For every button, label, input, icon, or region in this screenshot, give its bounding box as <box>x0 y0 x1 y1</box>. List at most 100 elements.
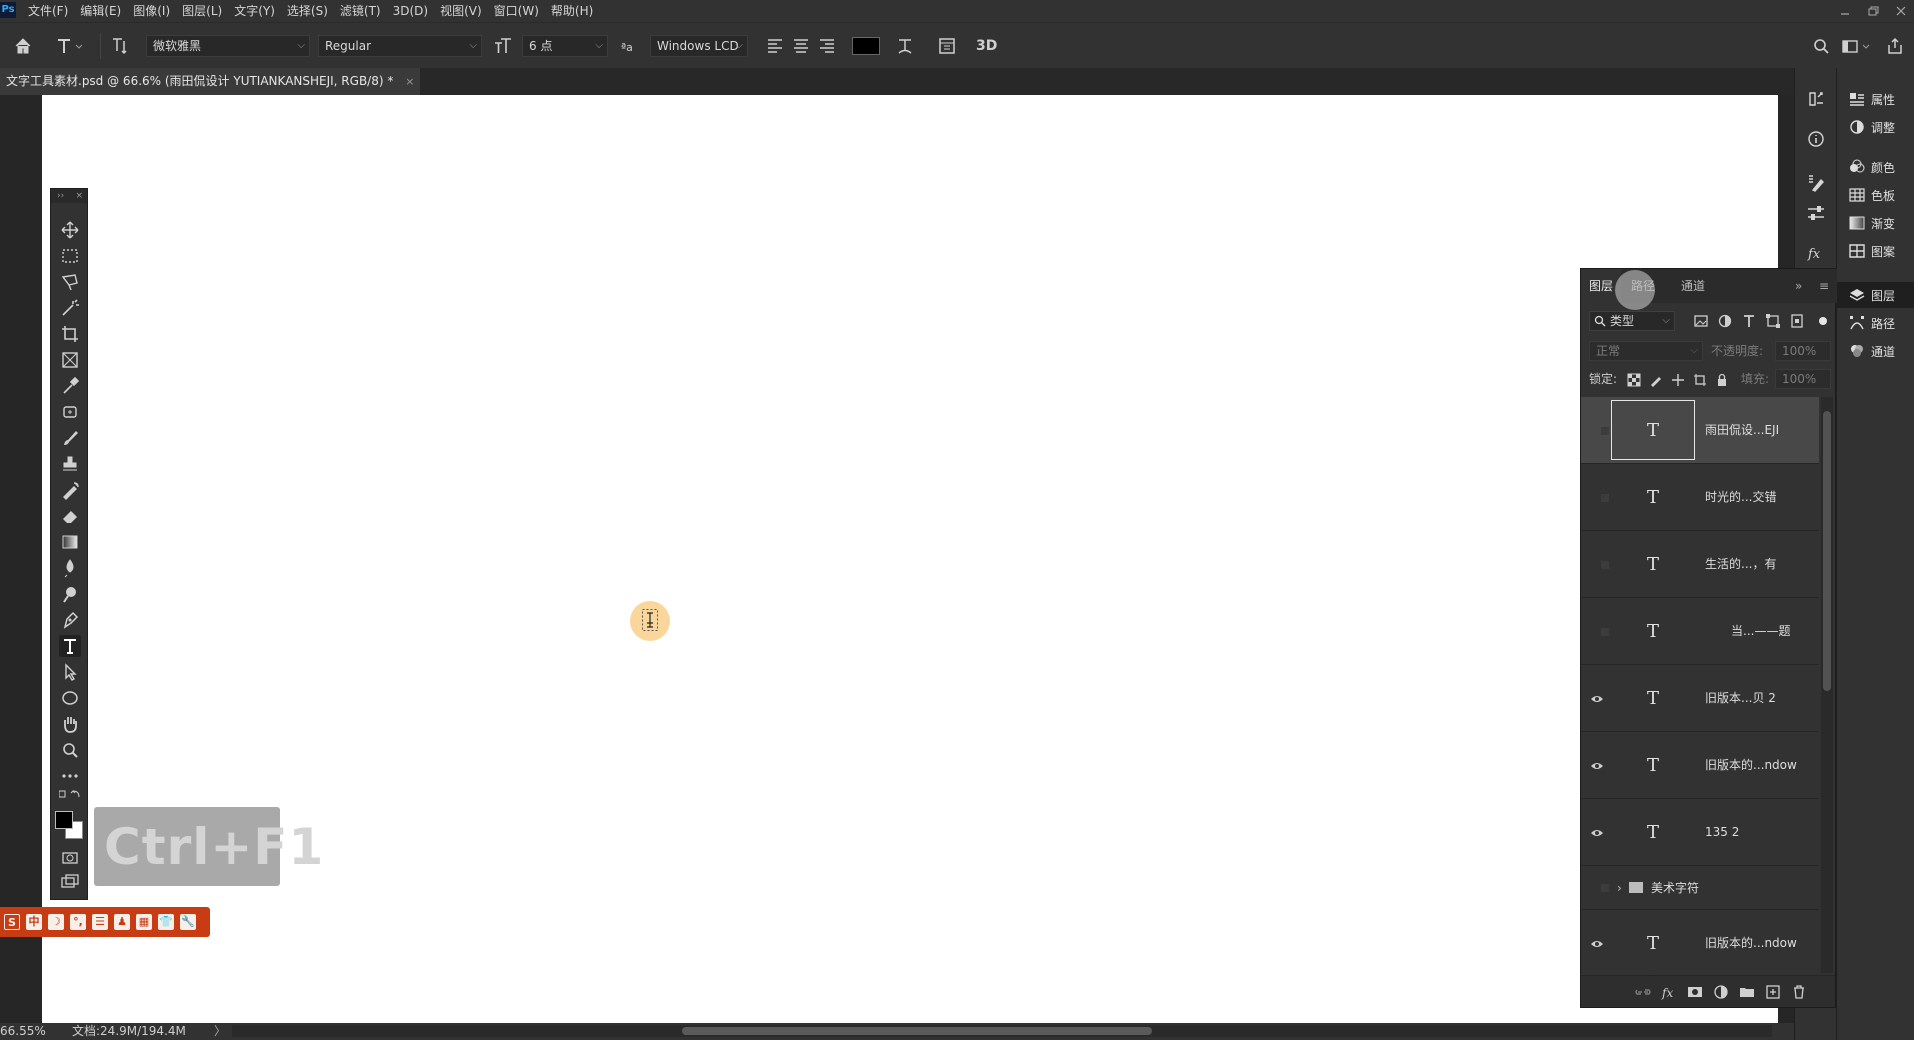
gradient-tool-icon[interactable] <box>59 531 81 553</box>
group-name[interactable]: 美术字符 <box>1651 866 1699 910</box>
text-tool-preset-icon[interactable] <box>54 35 83 57</box>
tab-channels[interactable]: 通道 <box>1673 269 1713 303</box>
paths-panel-button[interactable]: 路径 <box>1837 310 1914 336</box>
font-size-dropdown[interactable]: 6 点 ⌵ <box>522 35 608 57</box>
home-icon[interactable] <box>12 35 34 57</box>
menu-filter[interactable]: 滤镜(T) <box>334 0 387 22</box>
tab-paths[interactable]: 路径 <box>1623 269 1663 303</box>
close-tab-icon[interactable]: × <box>405 75 414 88</box>
ellipse-tool-icon[interactable] <box>59 687 81 709</box>
layer-row[interactable]: T 旧版本...贝 2 <box>1581 665 1819 732</box>
new-adjustment-layer-icon[interactable] <box>1713 984 1729 1000</box>
fill-input[interactable]: 100% <box>1775 369 1831 389</box>
menu-type[interactable]: 文字(Y) <box>228 0 281 22</box>
type-tool-icon[interactable] <box>59 635 81 657</box>
more-tools-icon[interactable] <box>59 765 81 787</box>
text-color-swatch[interactable] <box>852 37 880 55</box>
group-name[interactable]: 组 2 <box>1651 957 1674 973</box>
new-layer-icon[interactable] <box>1765 984 1781 1000</box>
ime-wrench-icon[interactable]: 🔧 <box>180 914 196 930</box>
patterns-panel-button[interactable]: 图案 <box>1837 238 1914 264</box>
brush-settings-icon[interactable] <box>1805 172 1827 194</box>
text-orientation-icon[interactable] <box>108 35 130 57</box>
pen-tool-icon[interactable] <box>59 609 81 631</box>
sliders-icon[interactable] <box>1805 202 1827 224</box>
info-icon[interactable] <box>1805 128 1827 150</box>
menu-3d[interactable]: 3D(D) <box>387 0 434 22</box>
ime-menu-icon[interactable]: ☰ <box>92 914 108 930</box>
dodge-tool-icon[interactable] <box>59 583 81 605</box>
layers-panel-button[interactable]: 图层 <box>1837 282 1914 308</box>
visibility-toggle[interactable] <box>1589 531 1609 598</box>
eyedropper-tool-icon[interactable] <box>59 375 81 397</box>
align-left-icon[interactable] <box>764 35 786 57</box>
restore-icon[interactable] <box>1866 4 1880 18</box>
marquee-tool-icon[interactable] <box>59 245 81 267</box>
fx-styles-icon[interactable]: fx <box>1805 242 1827 264</box>
add-mask-icon[interactable] <box>1687 984 1703 1000</box>
crop-tool-icon[interactable] <box>59 323 81 345</box>
search-icon[interactable] <box>1810 35 1832 57</box>
path-selection-tool-icon[interactable] <box>59 661 81 683</box>
move-tool-icon[interactable] <box>59 219 81 241</box>
fx-icon[interactable]: fx <box>1661 984 1677 1000</box>
ime-grid-icon[interactable]: ▦ <box>136 914 152 930</box>
font-style-dropdown[interactable]: Regular ⌵ <box>318 35 482 57</box>
ime-logo-icon[interactable]: S <box>4 914 20 930</box>
lock-all-icon[interactable] <box>1715 373 1729 387</box>
history-brush-tool-icon[interactable] <box>59 479 81 501</box>
layer-row[interactable]: T 当...——题 <box>1581 598 1819 665</box>
channels-panel-button[interactable]: 通道 <box>1837 338 1914 364</box>
adjustments-panel-button[interactable]: 调整 <box>1837 114 1914 140</box>
history-icon[interactable] <box>1805 88 1827 110</box>
layer-row[interactable]: T 135 2 <box>1581 799 1819 866</box>
menu-file[interactable]: 文件(F) <box>22 0 74 22</box>
filter-smart-object-icon[interactable] <box>1789 313 1805 329</box>
collapse-panel-icon[interactable]: » <box>1795 279 1802 293</box>
toolbox-header[interactable]: ›› × <box>51 189 87 203</box>
workspace-icon[interactable] <box>1840 35 1874 57</box>
3d-button[interactable]: 3D <box>976 35 1004 57</box>
ime-moon-icon[interactable]: ☽ <box>48 914 64 930</box>
filter-toggle-icon[interactable] <box>1815 313 1831 329</box>
healing-brush-tool-icon[interactable] <box>59 401 81 423</box>
eye-icon[interactable] <box>1589 665 1605 732</box>
layer-filter-dropdown[interactable]: 类型 ⌵ <box>1589 311 1675 331</box>
filter-type-icon[interactable] <box>1741 313 1757 329</box>
filter-pixel-icon[interactable] <box>1693 313 1709 329</box>
horizontal-scrollbar[interactable] <box>232 1025 1772 1037</box>
layer-name[interactable]: 旧版本的...ndow <box>1705 732 1797 799</box>
warp-text-icon[interactable] <box>894 35 916 57</box>
screen-mode-icon[interactable] <box>59 871 81 893</box>
filter-shape-icon[interactable] <box>1765 313 1781 329</box>
properties-panel-button[interactable]: 属性 <box>1837 86 1914 112</box>
magic-wand-tool-icon[interactable] <box>59 297 81 319</box>
share-icon[interactable] <box>1884 35 1906 57</box>
menu-select[interactable]: 选择(S) <box>281 0 334 22</box>
layer-group-row[interactable]: › 美术字符 <box>1581 866 1819 910</box>
swap-colors-icon[interactable] <box>59 789 81 803</box>
ime-chinese-button[interactable]: 中 <box>26 914 42 930</box>
layer-row[interactable]: T 生活的...，有 <box>1581 531 1819 598</box>
layer-name[interactable]: 雨田侃设...EJI <box>1705 397 1779 464</box>
brush-tool-icon[interactable] <box>59 427 81 449</box>
zoom-tool-icon[interactable] <box>59 739 81 761</box>
ime-shirt-icon[interactable]: 👕 <box>158 914 174 930</box>
menu-edit[interactable]: 编辑(E) <box>74 0 127 22</box>
foreground-color-swatch[interactable] <box>55 811 73 829</box>
close-icon[interactable]: × <box>75 189 83 203</box>
antialias-dropdown[interactable]: Windows LCD ⌵ <box>650 35 748 57</box>
layers-vertical-scrollbar[interactable] <box>1821 397 1833 973</box>
eraser-tool-icon[interactable] <box>59 505 81 527</box>
panel-menu-icon[interactable]: ≡ <box>1819 279 1829 293</box>
hand-tool-icon[interactable] <box>59 713 81 735</box>
lock-artboard-icon[interactable] <box>1693 373 1707 387</box>
layer-row[interactable]: T 旧版本的...ndow <box>1581 732 1819 799</box>
chevron-down-icon[interactable]: ⌄ <box>1617 957 1627 973</box>
quick-mask-icon[interactable] <box>59 847 81 869</box>
menu-view[interactable]: 视图(V) <box>434 0 488 22</box>
lock-position-icon[interactable] <box>1671 373 1685 387</box>
font-family-dropdown[interactable]: 微软雅黑 ⌵ <box>146 35 310 57</box>
layer-name[interactable]: 当...——题 <box>1731 598 1790 665</box>
visibility-toggle[interactable] <box>1589 397 1609 464</box>
